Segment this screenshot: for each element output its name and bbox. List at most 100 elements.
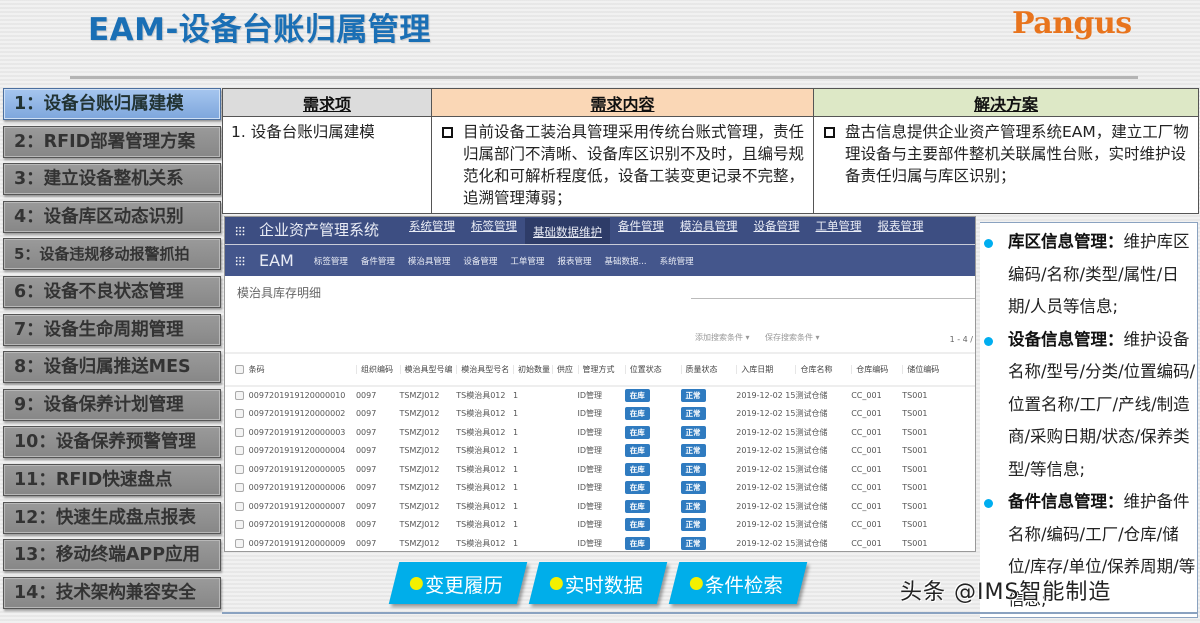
table-row[interactable]: 0097201919120000009 0097 TSMZJ012 TS模治具012 1… <box>225 534 975 551</box>
cell-text: 0097 <box>355 427 377 437</box>
sub-nav-tab[interactable]: 工单管理 <box>510 255 544 267</box>
table-row[interactable]: 0097201919120000008 0097 TSMZJ012 TS模治具012 1… <box>225 516 975 535</box>
select-all-checkbox[interactable] <box>235 365 244 374</box>
sub-nav-tab[interactable]: 报表管理 <box>557 255 591 267</box>
row-checkbox[interactable] <box>235 391 244 401</box>
info-block-title: 库区信息管理： <box>1008 232 1124 251</box>
row-checkbox[interactable] <box>235 538 244 548</box>
cell-text: ID管理 <box>577 427 603 437</box>
sub-nav-tab[interactable]: 模治具管理 <box>408 255 451 267</box>
column-header-label: 质量状态 <box>680 365 718 374</box>
row-checkbox[interactable] <box>235 409 244 419</box>
sub-nav-tab[interactable]: 备件管理 <box>361 255 395 267</box>
nav-tab[interactable]: 备件管理 <box>610 218 672 244</box>
cell-wh-name: 测试仓储 <box>795 534 851 551</box>
cell-supply <box>552 534 578 551</box>
sidebar-item[interactable]: 1：设备台账归属建模 <box>3 88 221 120</box>
sidebar-item[interactable]: 3：建立设备整机关系 <box>3 163 221 196</box>
row-checkbox[interactable] <box>235 520 244 530</box>
cell-wh-code: CC_001 <box>851 442 902 461</box>
pill-condition-search[interactable]: 条件检索 <box>668 562 808 604</box>
save-search-condition-button[interactable]: 保存搜索条件 ▾ <box>765 332 820 343</box>
column-header[interactable]: 储位编码 <box>902 354 975 387</box>
table-row[interactable]: 0097201919120000005 0097 TSMZJ012 TS模治具012 1… <box>225 460 975 479</box>
nav-tab[interactable]: 系统管理 <box>401 218 463 244</box>
cell-text: CC_001 <box>851 520 882 530</box>
sidebar-item[interactable]: 7：设备生命周期管理 <box>3 313 221 346</box>
column-header[interactable]: 质量状态 <box>680 354 737 387</box>
cell-wh-name: 测试仓储 <box>795 460 851 479</box>
column-header[interactable]: 初始数量 <box>512 354 552 387</box>
column-header[interactable]: 仓库编码 <box>851 354 903 387</box>
quality-status-badge: 正常 <box>680 499 706 513</box>
nav-tab[interactable]: 基础数据维护 <box>525 218 611 244</box>
column-header[interactable]: 模治具型号编 <box>399 354 457 387</box>
row-checkbox[interactable] <box>235 446 244 456</box>
column-header[interactable]: 入库日期 <box>736 354 796 387</box>
column-header[interactable]: 模治具型号名 <box>456 354 513 387</box>
column-header[interactable]: 管理方式 <box>577 354 625 387</box>
cell-date: 2019-12-02 15 <box>736 386 795 405</box>
row-checkbox[interactable] <box>235 483 244 493</box>
title-divider <box>70 76 1138 79</box>
column-header[interactable]: 组织编码 <box>355 354 400 387</box>
cell-model-code: TSMZJ012 <box>400 479 457 498</box>
column-header[interactable]: 位置状态 <box>624 354 681 387</box>
nav-tab[interactable]: 报表管理 <box>870 218 932 244</box>
row-checkbox[interactable] <box>235 464 244 474</box>
sidebar-item[interactable]: 5：设备违规移动报警抓拍 <box>3 238 221 271</box>
cell-wh-name: 测试仓储 <box>795 497 851 516</box>
sidebar-item[interactable]: 13：移动终端APP应用 <box>3 539 221 572</box>
sidebar-item[interactable]: 10：设备保养预警管理 <box>3 426 221 459</box>
sub-nav-tab[interactable]: 基础数据... <box>604 255 646 267</box>
cell-quality: 正常 <box>680 386 737 405</box>
column-header[interactable]: 条码 <box>248 354 356 387</box>
pill-realtime-data[interactable]: 实时数据 <box>528 562 668 604</box>
nav-tab[interactable]: 工单管理 <box>808 218 870 244</box>
sidebar-item[interactable]: 12：快速生成盘点报表 <box>3 501 221 534</box>
cell-text: TSMZJ012 <box>399 446 440 456</box>
sidebar-item[interactable]: 2：RFID部署管理方案 <box>3 125 221 158</box>
nav-tab[interactable]: 标签管理 <box>463 218 525 244</box>
cell-qty: 1 <box>513 534 552 551</box>
column-header[interactable]: 仓库名称 <box>795 354 852 387</box>
cell-mgmt: ID管理 <box>578 442 625 461</box>
add-search-condition-button[interactable]: 添加搜索条件 ▾ <box>695 332 750 343</box>
table-row[interactable]: 0097201919120000002 0097 TSMZJ012 TS模治具012 1… <box>225 405 975 424</box>
app-grid-icon[interactable] <box>235 226 245 236</box>
table-row[interactable]: 0097201919120000007 0097 TSMZJ012 TS模治具012 1… <box>225 497 975 516</box>
yellow-dot-icon <box>410 576 423 590</box>
sub-nav-tab[interactable]: 标签管理 <box>314 255 348 267</box>
table-row[interactable]: 0097201919120000004 0097 TSMZJ012 TS模治具012 1… <box>225 442 975 461</box>
sidebar-item[interactable]: 8：设备归属推送MES <box>3 351 221 384</box>
row-checkbox[interactable] <box>235 501 244 511</box>
column-header[interactable]: 供应 <box>551 354 578 387</box>
nav-tab[interactable]: 模治具管理 <box>672 218 746 244</box>
table-header-row: 条码 组织编码 模治具型号编 模治具型号名 初始数量 供应 管理方式 位置状态 … <box>225 354 975 387</box>
sidebar-item[interactable]: 14：技术架构兼容安全 <box>3 576 221 609</box>
cell-qty: 1 <box>513 460 552 479</box>
sidebar-item[interactable]: 11：RFID快速盘点 <box>3 463 221 496</box>
row-checkbox[interactable] <box>235 427 244 437</box>
sidebar-item[interactable]: 9：设备保养计划管理 <box>3 388 221 421</box>
sub-nav-tab[interactable]: 系统管理 <box>660 255 694 267</box>
cell-text: 0097201919120000006 <box>248 483 346 493</box>
cell-text: TS模治具012 <box>456 446 506 456</box>
cell-text: TS模治具012 <box>456 464 506 474</box>
cell-loc: 在库 <box>624 405 681 424</box>
sidebar-item[interactable]: 4：设备库区动态识别 <box>3 200 221 233</box>
cell-org: 0097 <box>356 405 400 424</box>
pill-change-history[interactable]: 变更履历 <box>388 562 528 604</box>
location-status-badge: 在库 <box>624 407 650 421</box>
bullet-dot-icon <box>984 336 993 346</box>
table-row[interactable]: 0097201919120000006 0097 TSMZJ012 TS模治具012 1… <box>225 479 975 498</box>
sub-nav-tab[interactable]: 设备管理 <box>463 255 497 267</box>
sidebar-item[interactable]: 6：设备不良状态管理 <box>3 275 221 308</box>
table-row[interactable]: 0097201919120000003 0097 TSMZJ012 TS模治具012 1… <box>225 423 975 442</box>
app-grid-icon[interactable] <box>235 255 245 266</box>
nav-tab[interactable]: 设备管理 <box>746 218 808 244</box>
table-row[interactable]: 0097201919120000010 0097 TSMZJ012 TS模治具012 1… <box>225 386 975 405</box>
watermark: 头条 @IMS智能制造 <box>900 580 1112 605</box>
cell-quality: 正常 <box>680 442 737 461</box>
cell-mgmt: ID管理 <box>578 497 625 516</box>
